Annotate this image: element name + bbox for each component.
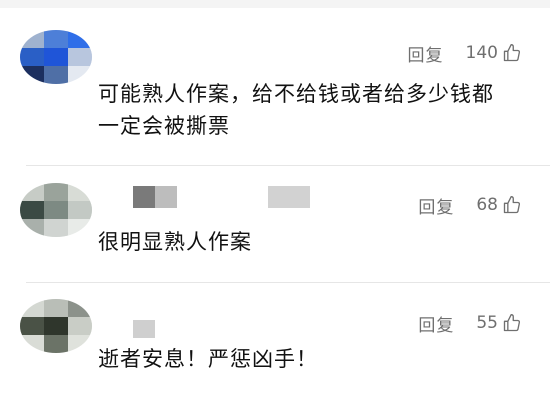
username-blurred: [268, 186, 310, 208]
comment-text-line: 可能熟人作案，给不给钱或者给多少钱都: [98, 82, 494, 106]
comment-actions: 回复 55: [418, 310, 522, 336]
divider: [26, 282, 550, 283]
top-strip: [0, 0, 550, 8]
comment-actions: 回复 140: [408, 40, 522, 66]
comment-text-line: 很明显熟人作案: [98, 230, 252, 254]
comment-text: 很明显熟人作案: [98, 226, 518, 258]
like-count: 140: [465, 43, 498, 63]
comment-text-line: 逝者安息！严惩凶手！: [98, 347, 318, 371]
thumbs-up-icon[interactable]: [502, 195, 522, 215]
comment-actions: 回复 68: [418, 192, 522, 218]
comment-text: 可能熟人作案，给不给钱或者给多少钱都 一定会被撕票: [98, 78, 518, 142]
username-blurred[interactable]: [133, 186, 177, 208]
comment-text-line: 一定会被撕票: [98, 114, 230, 138]
reply-button[interactable]: 回复: [408, 41, 444, 66]
avatar[interactable]: [20, 299, 92, 353]
like-count: 68: [476, 195, 498, 215]
username-blurred[interactable]: [133, 320, 155, 338]
comment-text: 逝者安息！严惩凶手！: [98, 343, 518, 375]
reply-button[interactable]: 回复: [418, 311, 454, 336]
avatar[interactable]: [20, 30, 92, 84]
thumbs-up-icon[interactable]: [502, 43, 522, 63]
like-count: 55: [476, 313, 498, 333]
divider: [26, 165, 550, 166]
avatar[interactable]: [20, 183, 92, 237]
thumbs-up-icon[interactable]: [502, 313, 522, 333]
reply-button[interactable]: 回复: [418, 193, 454, 218]
